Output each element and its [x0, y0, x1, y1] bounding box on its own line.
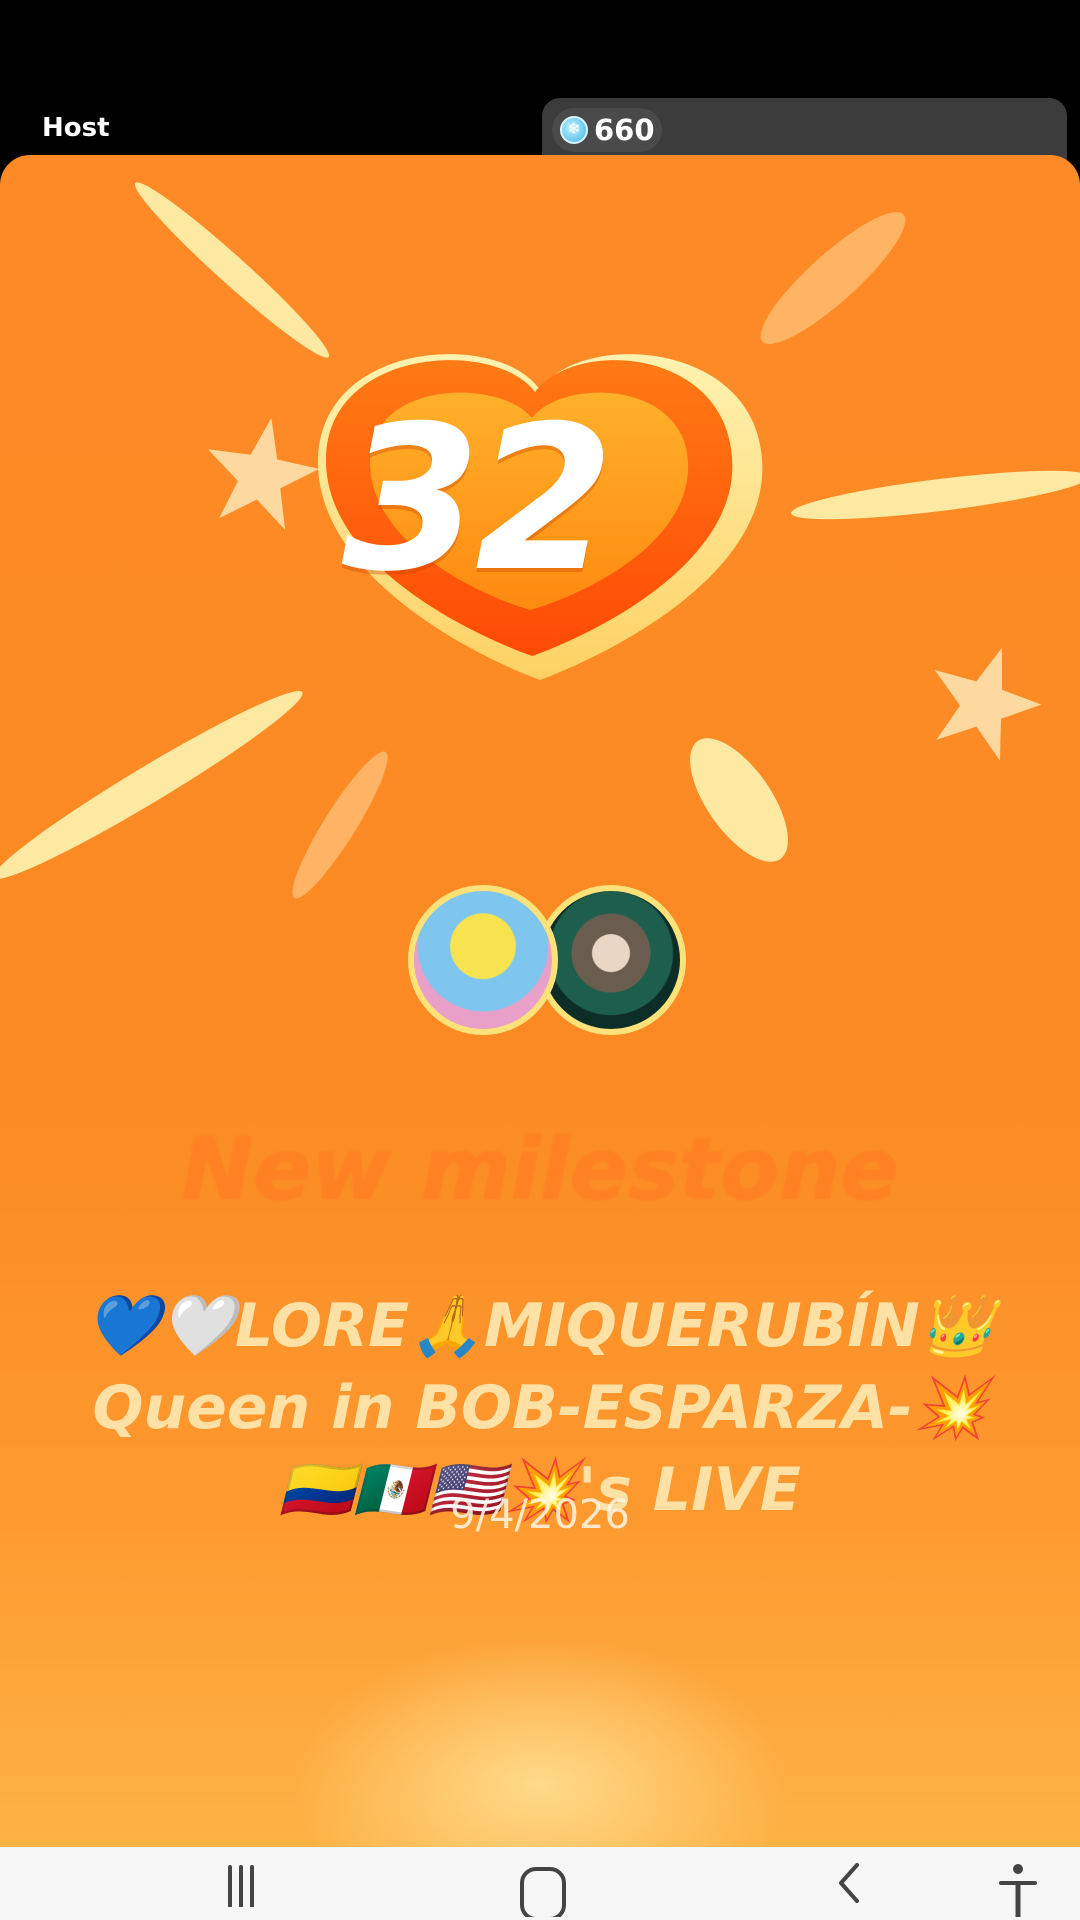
ray-left	[0, 691, 303, 879]
milestone-number: 32	[341, 383, 614, 616]
coin-balance[interactable]: ❄ 660	[552, 108, 662, 152]
snowflake-coin-icon: ❄	[560, 116, 588, 144]
ray-bottom-right	[690, 738, 788, 862]
back-icon	[839, 1863, 859, 1903]
recent-apps-icon	[228, 1865, 254, 1907]
ray-right	[791, 470, 1080, 520]
back-button[interactable]	[808, 1857, 888, 1920]
coin-count: 660	[594, 113, 655, 147]
avatar-group	[408, 885, 686, 1035]
ray-bottom-left-soft	[292, 751, 388, 899]
live-title-line-1: 💙🤍LORE🙏MIQUERUBÍN👑	[85, 1291, 995, 1361]
host-label: Host	[42, 113, 110, 143]
sparkle-right-icon	[934, 647, 1042, 761]
home-button[interactable]	[503, 1857, 583, 1920]
accessibility-icon	[999, 1864, 1037, 1917]
live-title-line-2: Queen in BOB-ESPARZA-💥	[92, 1373, 988, 1443]
host-avatar[interactable]	[536, 885, 686, 1035]
accessibility-button[interactable]	[978, 1857, 1058, 1920]
system-nav-bar	[0, 1847, 1080, 1920]
recent-apps-button[interactable]	[201, 1857, 281, 1920]
home-icon	[520, 1867, 566, 1917]
milestone-heading: New milestone	[181, 1120, 899, 1220]
date-label: 9/4/2026	[450, 1492, 630, 1538]
viewer-avatar[interactable]	[408, 885, 558, 1035]
